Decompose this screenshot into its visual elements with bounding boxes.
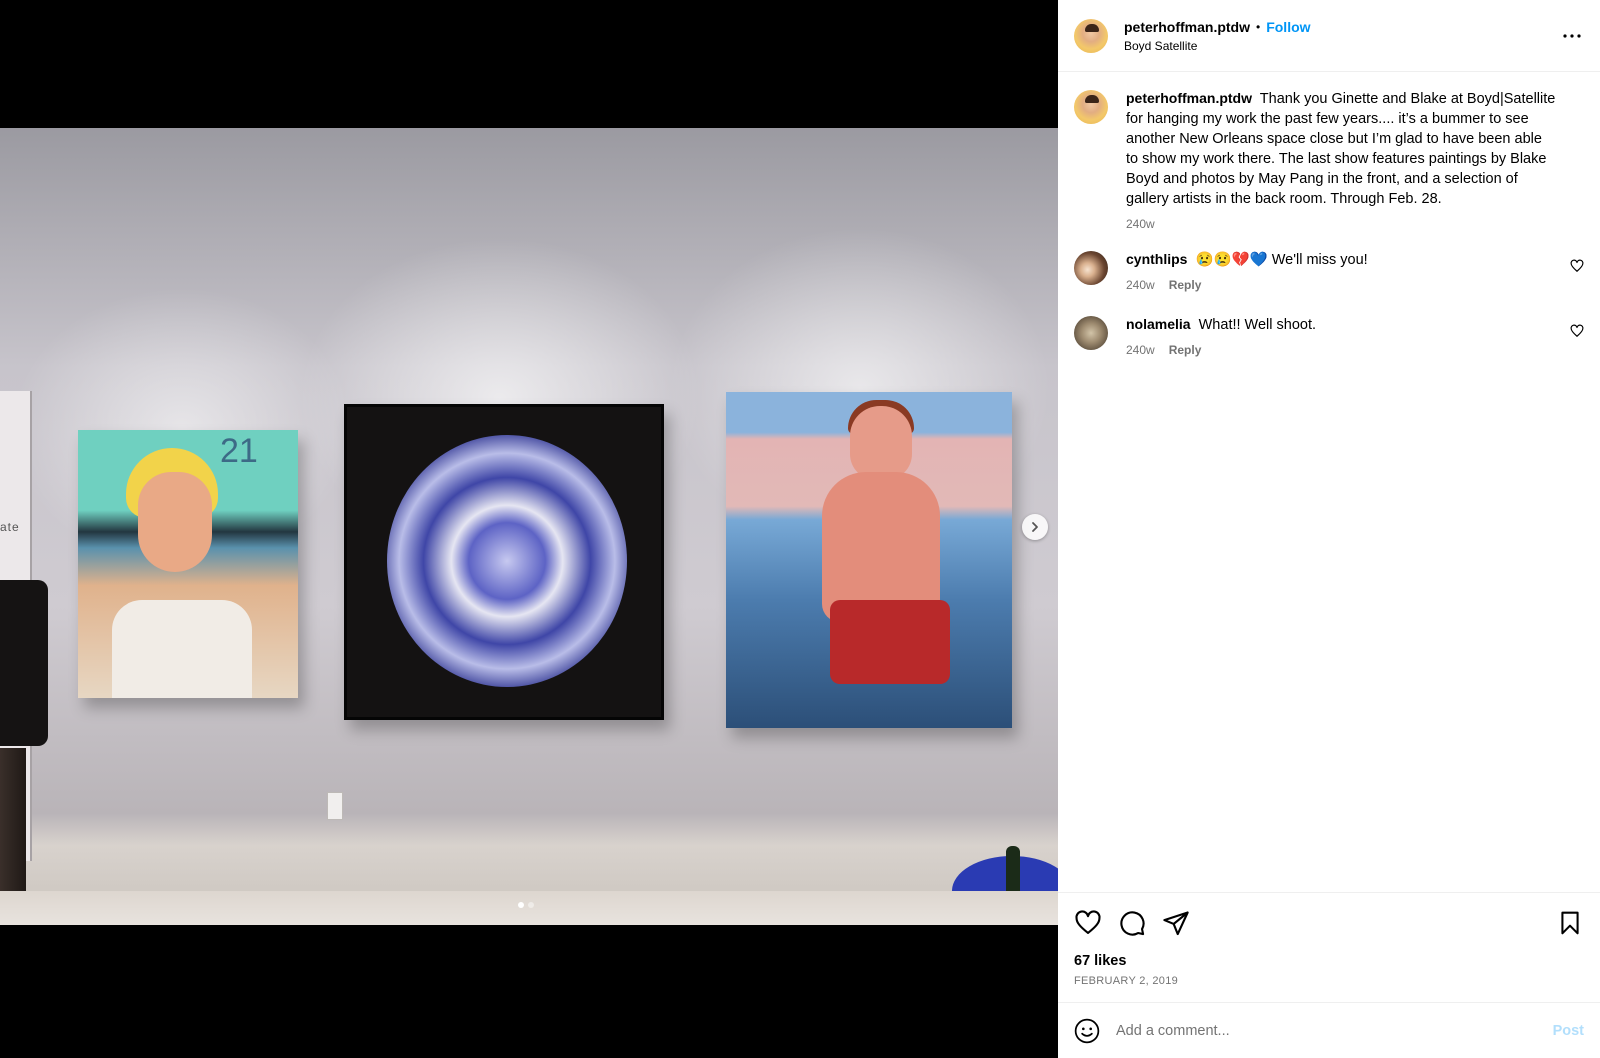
like-button[interactable] xyxy=(1074,909,1102,937)
gallery-floor xyxy=(0,891,1058,925)
post-media: ate 21 xyxy=(0,0,1058,1058)
caption-text: Thank you Ginette and Blake at Boyd|Sate… xyxy=(1126,91,1556,207)
share-button[interactable] xyxy=(1162,909,1190,937)
carousel-dot-active xyxy=(518,902,524,908)
action-bar xyxy=(1074,905,1584,941)
comment-like-icon[interactable] xyxy=(1570,324,1584,338)
post-date[interactable]: FEBRUARY 2, 2019 xyxy=(1074,975,1584,987)
kaleidoscope-burst xyxy=(387,435,627,687)
photo-dark-object xyxy=(0,580,48,746)
painting-man-boat xyxy=(726,392,1012,728)
comment-text-block: cynthlips 😢😢💔💙 We'll miss you! xyxy=(1126,249,1558,270)
caption-meta: 240w xyxy=(1126,217,1558,231)
post-actions: 67 likes FEBRUARY 2, 2019 xyxy=(1058,892,1600,1002)
comment-item: nolamelia What!! Well shoot. 240w Reply xyxy=(1074,314,1584,357)
comment-input[interactable] xyxy=(1116,1022,1553,1039)
emoji-icon[interactable] xyxy=(1074,1018,1100,1044)
comment-reply-button[interactable]: Reply xyxy=(1169,343,1202,357)
chevron-right-icon xyxy=(1032,522,1038,532)
avatar[interactable] xyxy=(1074,316,1108,350)
comment-meta: 240w Reply xyxy=(1126,343,1558,357)
comment-meta: 240w Reply xyxy=(1126,278,1558,292)
caption-time[interactable]: 240w xyxy=(1126,217,1155,231)
likes-count[interactable]: 67 likes xyxy=(1074,953,1584,969)
more-options-button[interactable] xyxy=(1560,26,1584,46)
comment-text: 😢😢💔💙 We'll miss you! xyxy=(1195,252,1368,268)
add-comment-bar: Post xyxy=(1058,1002,1600,1058)
follow-button[interactable]: Follow xyxy=(1266,19,1310,35)
paper-plane-icon xyxy=(1163,911,1189,936)
carousel-indicator xyxy=(518,902,534,908)
caption-text-block: peterhoffman.ptdw Thank you Ginette and … xyxy=(1126,88,1558,209)
post-comment-button[interactable]: Post xyxy=(1553,1023,1584,1039)
photo-wall-text: ate xyxy=(0,520,20,534)
photo-kaleidoscope xyxy=(344,404,664,720)
carousel-dot xyxy=(528,902,534,908)
post-header-info: peterhoffman.ptdw • Follow Boyd Satellit… xyxy=(1124,19,1311,53)
more-options-icon xyxy=(1563,34,1581,38)
post-photo[interactable]: ate 21 xyxy=(0,128,1058,925)
comment-text: What!! Well shoot. xyxy=(1198,317,1317,333)
comment-item: cynthlips 😢😢💔💙 We'll miss you! 240w Repl… xyxy=(1074,249,1584,292)
post-username[interactable]: peterhoffman.ptdw xyxy=(1124,19,1250,35)
comment-reply-button[interactable]: Reply xyxy=(1169,278,1202,292)
comment-body: cynthlips 😢😢💔💙 We'll miss you! 240w Repl… xyxy=(1126,249,1584,292)
comment-text-block: nolamelia What!! Well shoot. xyxy=(1126,314,1558,335)
heart-icon xyxy=(1075,910,1101,934)
comment-time[interactable]: 240w xyxy=(1126,278,1155,292)
comments-section: peterhoffman.ptdw Thank you Ginette and … xyxy=(1058,72,1600,892)
comment-username[interactable]: nolamelia xyxy=(1126,316,1191,332)
caption-body: peterhoffman.ptdw Thank you Ginette and … xyxy=(1126,88,1584,231)
avatar[interactable] xyxy=(1074,251,1108,285)
avatar[interactable] xyxy=(1074,18,1108,53)
comment-time[interactable]: 240w xyxy=(1126,343,1155,357)
painting-face xyxy=(138,472,212,572)
caption-username[interactable]: peterhoffman.ptdw xyxy=(1126,90,1252,106)
bookmark-icon xyxy=(1561,911,1579,935)
painting-woman-portrait: 21 xyxy=(78,430,298,698)
post-caption: peterhoffman.ptdw Thank you Ginette and … xyxy=(1074,88,1584,231)
post-header: peterhoffman.ptdw • Follow Boyd Satellit… xyxy=(1058,0,1600,72)
comment-body: nolamelia What!! Well shoot. 240w Reply xyxy=(1126,314,1584,357)
save-button[interactable] xyxy=(1556,909,1584,937)
carousel-next-button[interactable] xyxy=(1022,514,1048,540)
avatar[interactable] xyxy=(1074,90,1108,124)
comment-button[interactable] xyxy=(1118,909,1146,937)
post-side-panel: peterhoffman.ptdw • Follow Boyd Satellit… xyxy=(1058,0,1600,1058)
comment-username[interactable]: cynthlips xyxy=(1126,251,1187,267)
post-location[interactable]: Boyd Satellite xyxy=(1124,39,1311,53)
painting-head xyxy=(850,406,912,480)
wall-outlet xyxy=(327,792,343,820)
painting-number: 21 xyxy=(220,432,258,470)
post-header-line: peterhoffman.ptdw • Follow xyxy=(1124,19,1311,35)
comment-like-icon[interactable] xyxy=(1570,259,1584,273)
header-separator: • xyxy=(1256,19,1261,34)
painting-shorts xyxy=(830,600,950,684)
comment-bubble-icon xyxy=(1120,911,1145,936)
painting-shirt xyxy=(112,600,252,698)
